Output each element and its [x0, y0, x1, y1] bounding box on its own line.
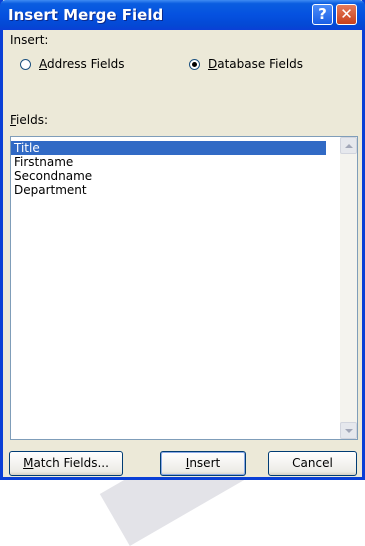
list-item[interactable]: Department [11, 183, 326, 197]
address-fields-radio[interactable]: Address Fields [20, 55, 125, 73]
radio-button-checked[interactable] [189, 58, 200, 70]
list-item[interactable]: Title [11, 141, 326, 155]
scroll-up-button[interactable] [340, 137, 357, 154]
insert-label: Insert: [10, 33, 49, 47]
vertical-scrollbar[interactable] [340, 137, 357, 439]
database-fields-radio[interactable]: Database Fields [189, 55, 303, 73]
window-title: Insert Merge Field [8, 6, 164, 24]
cancel-button[interactable]: Cancel [268, 451, 357, 476]
radio-button[interactable] [20, 58, 31, 70]
arrow-up-icon [344, 143, 353, 148]
fields-list: Title Firstname Secondname Department [11, 141, 326, 197]
title-bar[interactable]: Insert Merge Field ? ✕ [0, 0, 365, 30]
insert-merge-field-dialog: Insert Merge Field ? ✕ Insert: Address F… [0, 0, 365, 480]
arrow-down-icon [344, 428, 353, 433]
database-fields-label: Database Fields [208, 57, 304, 71]
address-fields-label: Address Fields [39, 57, 125, 71]
close-button[interactable]: ✕ [336, 4, 357, 25]
fields-label: Fields: [10, 113, 48, 127]
close-icon: ✕ [340, 5, 353, 23]
list-item[interactable]: Secondname [11, 169, 326, 183]
help-icon: ? [318, 5, 327, 23]
scroll-down-button[interactable] [340, 422, 357, 439]
list-item[interactable]: Firstname [11, 155, 326, 169]
help-button[interactable]: ? [312, 4, 333, 25]
insert-button[interactable]: Insert [160, 451, 246, 476]
fields-listbox[interactable]: Title Firstname Secondname Department [10, 136, 358, 440]
match-fields-button[interactable]: Match Fields... [9, 451, 123, 476]
